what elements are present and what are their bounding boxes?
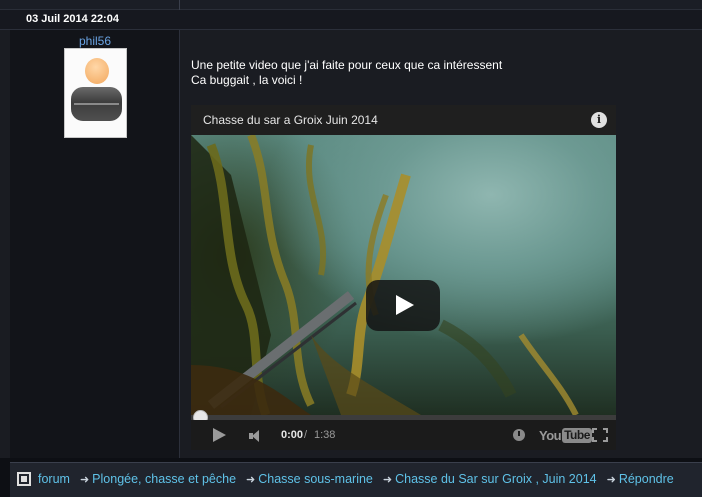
breadcrumb: forum ➜ Plongée, chasse et pêche ➜ Chass…	[10, 462, 702, 497]
avatar-body-shape	[71, 87, 122, 121]
fullscreen-icon[interactable]	[592, 428, 608, 442]
breadcrumb-plongee[interactable]: Plongée, chasse et pêche	[92, 472, 236, 486]
author-name-link[interactable]: phil56	[10, 34, 180, 48]
play-small-icon[interactable]	[213, 428, 226, 442]
youtube-logo[interactable]: You Tube	[539, 427, 592, 443]
youtube-logo-tube: Tube	[562, 427, 592, 443]
post-date: 03 Juil 2014 22:04	[26, 13, 119, 25]
forum-icon	[17, 472, 31, 486]
avatar-head-shape	[85, 58, 109, 84]
info-icon[interactable]: i	[591, 112, 607, 128]
post-content: Une petite video que j'ai faite pour ceu…	[180, 30, 702, 458]
post-header: 03 Juil 2014 22:04	[0, 10, 702, 30]
volume-icon[interactable]	[249, 430, 263, 442]
youtube-logo-you: You	[539, 427, 562, 443]
volume-icon-cone	[252, 430, 259, 442]
message-line: Ca buggait , la voici !	[191, 73, 303, 87]
post-body: phil56 Une petite video que j'ai faite p…	[0, 30, 702, 458]
video-frame[interactable]	[191, 135, 616, 415]
breadcrumb-row: forum ➜ Plongée, chasse et pêche ➜ Chass…	[17, 472, 674, 486]
arrow-right-icon: ➜	[382, 473, 393, 486]
video-titlebar: Chasse du sar a Groix Juin 2014 i	[191, 105, 616, 135]
play-icon	[396, 295, 414, 315]
breadcrumb-topic[interactable]: Chasse du Sar sur Groix , Juin 2014	[395, 472, 597, 486]
time-current: 0:00	[281, 429, 304, 441]
arrow-right-icon: ➜	[246, 473, 256, 486]
top-strip	[0, 0, 702, 10]
time-separator: /	[304, 429, 308, 441]
post-message: Une petite video que j'ai faite pour ceu…	[191, 58, 502, 88]
message-line: Une petite video que j'ai faite pour ceu…	[191, 58, 503, 72]
video-title-link[interactable]: Chasse du sar a Groix Juin 2014	[203, 113, 378, 127]
arrow-right-icon: ➜	[79, 473, 90, 486]
avatar[interactable]	[64, 48, 127, 138]
time-total: 1:38	[314, 429, 336, 441]
underwater-scene	[191, 135, 579, 415]
video-player[interactable]: Chasse du sar a Groix Juin 2014 i 0:00 /…	[191, 105, 616, 450]
reply-link[interactable]: Répondre	[619, 472, 674, 486]
breadcrumb-forum[interactable]: forum	[38, 472, 70, 486]
video-controls: 0:00 / 1:38 You Tube	[191, 420, 616, 450]
play-button[interactable]	[366, 280, 440, 331]
column-divider	[179, 0, 180, 10]
breadcrumb-chasse-sous-marine[interactable]: Chasse sous-marine	[258, 472, 373, 486]
author-column: phil56	[10, 30, 180, 458]
watch-later-clock-icon[interactable]	[513, 429, 525, 441]
arrow-right-icon: ➜	[606, 473, 616, 486]
